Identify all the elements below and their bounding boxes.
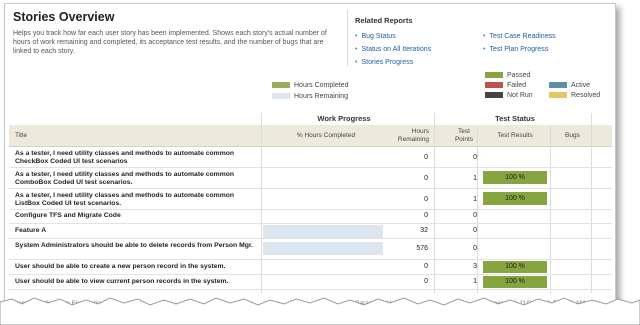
test-result-passed-bar: 100 % bbox=[483, 192, 547, 205]
related-report-link[interactable]: Test Case Readiness bbox=[483, 30, 555, 43]
legend-hours-remaining: Hours Remaining bbox=[272, 93, 348, 100]
column-header-row: Title % Hours Completed Hours Remaining … bbox=[9, 125, 612, 147]
table-row: User should be able to create a new pers… bbox=[9, 260, 612, 275]
resolved-swatch bbox=[549, 92, 567, 99]
legend-failed: Failed bbox=[485, 82, 526, 89]
active-swatch bbox=[549, 82, 567, 89]
story-title: Feature A bbox=[15, 227, 47, 234]
legend-label: Resolved bbox=[571, 92, 601, 99]
table-row: System Administrators should be able to … bbox=[9, 239, 612, 260]
status-all-iterations-link[interactable]: Status on All Iterations bbox=[361, 46, 431, 53]
test-points-value: 0 bbox=[473, 212, 477, 219]
table-row: As a tester, I need utility classes and … bbox=[9, 189, 612, 210]
legend-label: Not Run bbox=[507, 92, 533, 99]
hours-remaining-value: 0 bbox=[424, 263, 428, 270]
hours-remaining-swatch bbox=[272, 93, 290, 100]
legend-label: Passed bbox=[507, 72, 531, 79]
legend-label: Active bbox=[571, 82, 591, 89]
table-row: Configure TFS and Migrate Code 0 0 bbox=[9, 210, 612, 224]
test-result-passed-bar: 100 % bbox=[483, 261, 547, 273]
col-test-points: Test Points bbox=[454, 128, 474, 143]
hours-completed-swatch bbox=[272, 82, 290, 89]
related-reports-right: Test Case Readiness Test Plan Progress bbox=[483, 30, 556, 56]
test-points-value: 0 bbox=[473, 227, 477, 234]
hours-remaining-bar bbox=[263, 225, 383, 238]
related-report-link[interactable]: Stories Progress bbox=[355, 56, 431, 69]
table-row: User should be able to view current pers… bbox=[9, 275, 612, 290]
related-report-link[interactable]: Bug Status bbox=[355, 30, 431, 43]
test-result-passed-bar: 100 % bbox=[483, 276, 547, 288]
related-report-link[interactable]: Test Plan Progress bbox=[483, 43, 556, 56]
hours-remaining-value: 0 bbox=[424, 154, 428, 161]
passed-swatch bbox=[485, 72, 503, 79]
report-page: Stories Overview Helps you track how far… bbox=[4, 3, 616, 317]
report-description: Helps you track how far each user story … bbox=[13, 30, 327, 55]
related-report-link[interactable]: Status on All Iterations bbox=[355, 43, 431, 56]
table-row: As a tester, I need utility classes and … bbox=[9, 147, 612, 168]
test-points-value: 1 bbox=[473, 278, 477, 285]
torn-edge-decoration bbox=[0, 297, 640, 325]
legend-label: Hours Remaining bbox=[294, 93, 349, 100]
test-result-passed-bar: 100 % bbox=[483, 171, 547, 184]
story-title: System Administrators should be able to … bbox=[15, 242, 254, 249]
col-test-results: Test Results bbox=[497, 132, 533, 139]
story-title: Configure TFS and Migrate Code bbox=[15, 212, 121, 219]
table-row: As a tester, I need utility classes and … bbox=[9, 168, 612, 189]
legend-label: Failed bbox=[507, 82, 527, 89]
hours-remaining-value: 0 bbox=[424, 175, 428, 182]
hours-remaining-value: 0 bbox=[424, 278, 428, 285]
test-plan-progress-link[interactable]: Test Plan Progress bbox=[489, 46, 548, 53]
stories-progress-link[interactable]: Stories Progress bbox=[361, 59, 413, 66]
hours-remaining-bar bbox=[263, 242, 383, 255]
report-title: Stories Overview bbox=[13, 10, 115, 24]
col-hours-remaining: Hours Remaining bbox=[397, 128, 429, 143]
story-title: As a tester, I need utility classes and … bbox=[15, 192, 235, 207]
legend-resolved: Resolved bbox=[549, 92, 600, 99]
col-bugs: Bugs bbox=[565, 132, 580, 139]
legend-not-run: Not Run bbox=[485, 92, 533, 99]
not-run-swatch bbox=[485, 92, 503, 99]
legend-label: Hours Completed bbox=[294, 82, 349, 89]
legend-active: Active bbox=[549, 82, 590, 89]
related-reports-left: Bug Status Status on All Iterations Stor… bbox=[355, 30, 431, 69]
story-title: As a tester, I need utility classes and … bbox=[15, 171, 235, 186]
test-points-value: 3 bbox=[473, 263, 477, 270]
col-pct-hours: % Hours Completed bbox=[296, 132, 356, 139]
test-points-value: 0 bbox=[473, 245, 477, 252]
legend-passed: Passed bbox=[485, 72, 530, 79]
header-divider bbox=[347, 10, 348, 66]
story-title: As a tester, I need utility classes and … bbox=[15, 150, 235, 165]
hours-remaining-value: 576 bbox=[416, 245, 428, 252]
table-row: Feature A 32 0 bbox=[9, 224, 612, 239]
col-title: Title bbox=[15, 132, 28, 139]
bug-status-link[interactable]: Bug Status bbox=[361, 33, 395, 40]
test-points-value: 0 bbox=[473, 154, 477, 161]
related-reports-title: Related Reports bbox=[355, 16, 413, 25]
test-points-value: 1 bbox=[473, 196, 477, 203]
work-progress-header: Work Progress bbox=[317, 114, 371, 123]
hours-remaining-value: 0 bbox=[424, 212, 428, 219]
legend-hours-completed: Hours Completed bbox=[272, 82, 348, 89]
story-title: User should be able to create a new pers… bbox=[15, 263, 226, 270]
test-case-readiness-link[interactable]: Test Case Readiness bbox=[489, 33, 555, 40]
failed-swatch bbox=[485, 82, 503, 89]
hours-remaining-value: 0 bbox=[424, 196, 428, 203]
test-points-value: 1 bbox=[473, 175, 477, 182]
story-title: User should be able to view current pers… bbox=[15, 278, 229, 285]
hours-remaining-value: 32 bbox=[420, 227, 428, 234]
test-status-header: Test Status bbox=[495, 114, 535, 123]
